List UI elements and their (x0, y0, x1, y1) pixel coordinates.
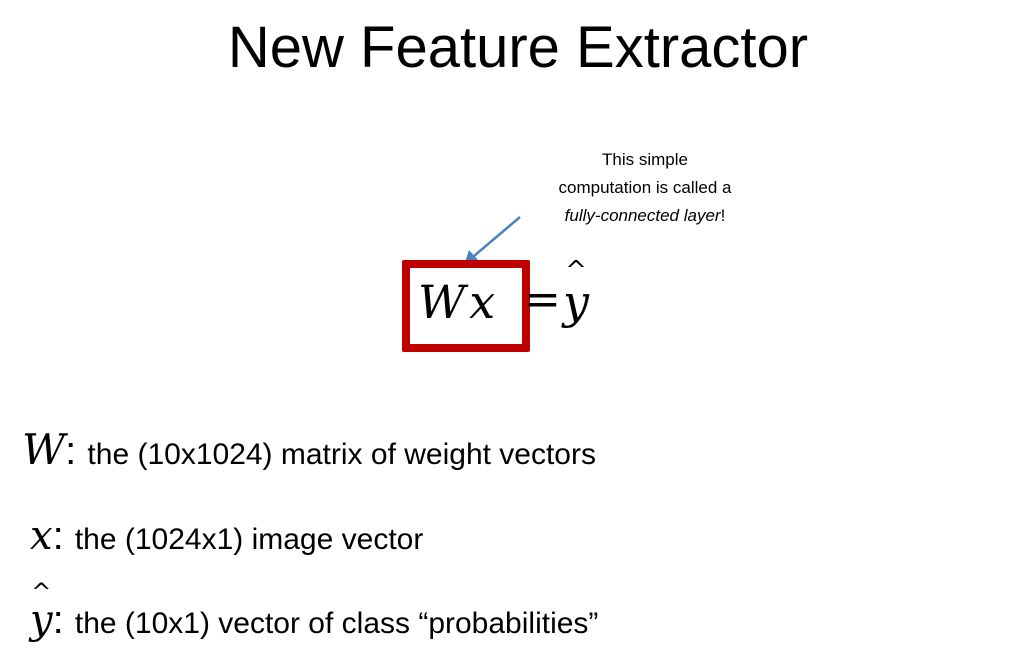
callout-line-2: computation is called a (558, 178, 732, 197)
equation-lhs: Wx (418, 275, 500, 329)
callout-annotation: This simple computation is called a full… (520, 146, 770, 230)
definition-x: x: the (1024x1) image vector (30, 510, 423, 566)
definition-colon: : (65, 429, 77, 473)
callout-emphasis: fully-connected layer (564, 206, 721, 225)
definition-colon: : (52, 514, 64, 558)
definition-text: the (1024x1) image vector (74, 523, 424, 556)
callout-line-3: fully-connected layer! (520, 202, 770, 230)
arrow-shaft (473, 216, 521, 257)
definition-colon: : (52, 598, 64, 642)
definition-text: the (10x1) vector of class “probabilitie… (74, 607, 599, 640)
equation-rhs: ^ y (563, 258, 589, 332)
y-hat-symbol: ^ y (563, 258, 589, 332)
definition-w: W: the (10x1024) matrix of weight vector… (22, 424, 596, 481)
callout-line-1: This simple (602, 150, 688, 169)
definition-y-hat: ^ y : the (10x1) vector of class “probab… (30, 580, 599, 650)
callout-exclamation: ! (720, 206, 726, 225)
y-hat-symbol: ^ y (30, 580, 53, 646)
slide-title: New Feature Extractor (227, 15, 809, 80)
hat-accent: ^ (31, 578, 52, 606)
definition-text: the (10x1024) matrix of weight vectors (87, 438, 596, 471)
hat-accent: ^ (565, 256, 587, 286)
definition-symbol: W (22, 425, 66, 474)
equation-equals: = (524, 274, 561, 325)
definition-symbol: x (30, 513, 53, 559)
